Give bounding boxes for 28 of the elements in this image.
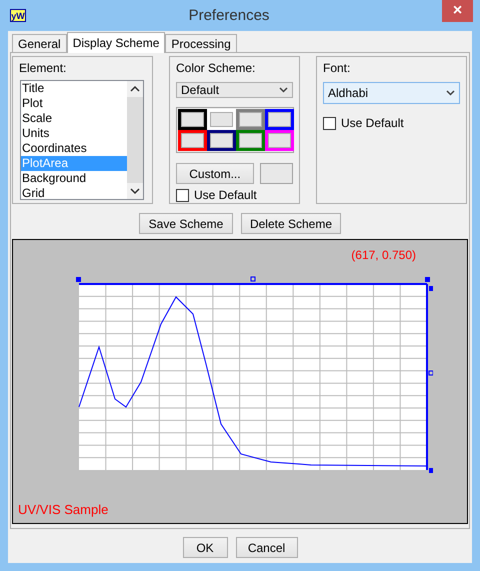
checkbox-label: Use Default bbox=[194, 188, 257, 202]
list-item[interactable]: Title bbox=[21, 81, 127, 96]
list-item[interactable]: Scale bbox=[21, 111, 127, 126]
tab[interactable]: General bbox=[12, 34, 67, 52]
font-dropdown[interactable]: Aldhabi bbox=[323, 82, 460, 104]
element-list[interactable]: Title Plot Scale Units Coordinates PlotArea Background Grid bbox=[20, 80, 144, 200]
group-label: Element: bbox=[19, 60, 68, 76]
tab[interactable]: Processing bbox=[165, 34, 237, 52]
dialog-button[interactable]: Cancel bbox=[236, 537, 298, 558]
list-item[interactable]: Coordinates bbox=[21, 141, 127, 156]
app-icon: yW bbox=[10, 9, 26, 22]
cursor-coordinates: (617, 0.750) bbox=[351, 248, 416, 262]
list-item[interactable]: Plot bbox=[21, 96, 127, 111]
close-button[interactable]: × bbox=[442, 0, 473, 22]
group-label: Color Scheme: bbox=[176, 60, 256, 76]
tab[interactable]: Display Scheme bbox=[66, 32, 166, 53]
group-label: Font: bbox=[323, 60, 352, 76]
list-item[interactable]: Background bbox=[21, 171, 127, 186]
scheme-button[interactable]: Delete Scheme bbox=[241, 213, 341, 234]
list-item[interactable]: Units bbox=[21, 126, 127, 141]
plot-caption: UV/VIS Sample bbox=[18, 502, 110, 517]
scheme-button[interactable]: Save Scheme bbox=[139, 213, 233, 234]
window-title: Preferences bbox=[188, 7, 270, 24]
dialog-button[interactable]: OK bbox=[182, 537, 228, 558]
color-scheme-dropdown[interactable]: Default bbox=[176, 82, 293, 98]
custom-button[interactable]: Custom... bbox=[176, 163, 254, 184]
list-item[interactable]: Grid bbox=[21, 186, 127, 199]
checkbox-label: Use Default bbox=[341, 116, 404, 130]
